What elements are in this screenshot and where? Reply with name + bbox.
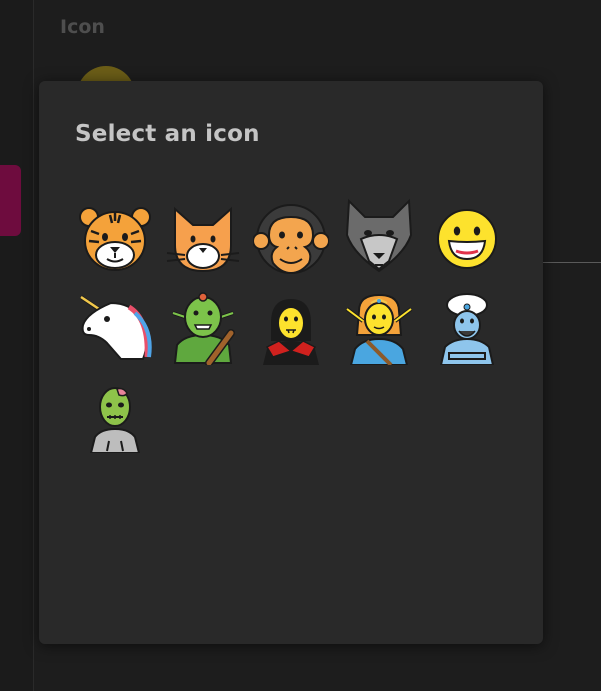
page: Icon Select an icon <box>0 0 601 691</box>
monkey-face-icon[interactable] <box>253 201 329 277</box>
vampire-icon[interactable] <box>253 289 329 365</box>
icon-field-label: Icon <box>60 16 105 38</box>
accent-tab[interactable] <box>0 165 21 236</box>
dialog-title: Select an icon <box>75 121 260 147</box>
genie-icon[interactable] <box>429 289 505 365</box>
unicorn-face-icon[interactable] <box>77 289 153 365</box>
select-icon-dialog: Select an icon <box>39 81 543 644</box>
troll-icon[interactable] <box>165 289 241 365</box>
tiger-face-icon[interactable] <box>77 201 153 277</box>
zombie-icon[interactable] <box>77 377 153 453</box>
cat-face-icon[interactable] <box>165 201 241 277</box>
wolf-face-icon[interactable] <box>341 195 417 273</box>
divider-line <box>543 262 601 263</box>
elf-icon[interactable] <box>341 289 417 365</box>
left-sidebar-strip <box>0 0 34 691</box>
grinning-face-icon[interactable] <box>429 201 505 277</box>
